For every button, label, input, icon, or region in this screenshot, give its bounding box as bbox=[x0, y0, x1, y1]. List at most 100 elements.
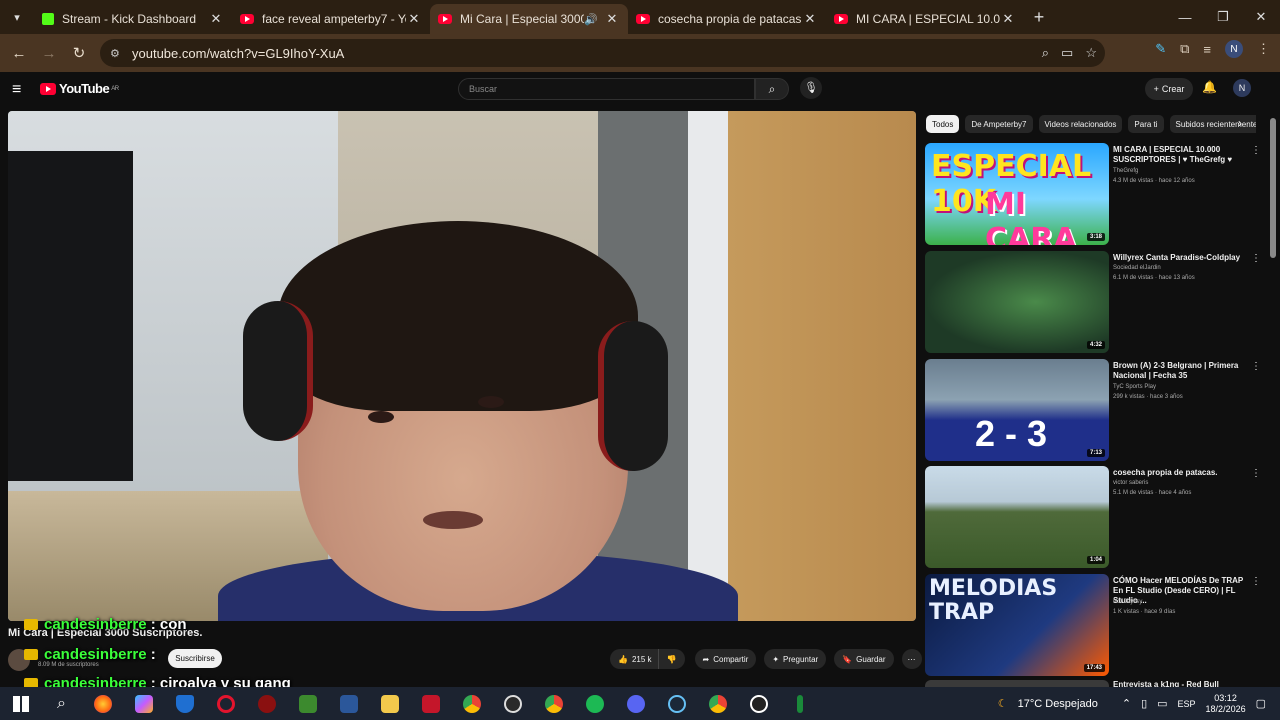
tab-search-icon[interactable]: ▾ bbox=[0, 0, 34, 34]
save-button[interactable]: 🔖 Guardar bbox=[834, 649, 894, 669]
chrome-icon[interactable] bbox=[533, 687, 574, 720]
create-button[interactable]: + Crear bbox=[1145, 78, 1193, 100]
tab-cosecha-patacas[interactable]: cosecha propia de patacas. - Yo ✕ bbox=[628, 4, 826, 34]
minimize-icon[interactable]: — bbox=[1166, 0, 1204, 34]
app-icon[interactable] bbox=[738, 687, 779, 720]
tab-face-reveal[interactable]: face reveal ampeterby7 - YouTu ✕ bbox=[232, 4, 430, 34]
new-tab-button[interactable]: + bbox=[1024, 7, 1054, 28]
minecraft-icon[interactable] bbox=[287, 687, 328, 720]
shield-icon[interactable] bbox=[164, 687, 205, 720]
like-button[interactable]: 👍 215 k bbox=[610, 649, 658, 669]
share-button[interactable]: ➦ Compartir bbox=[694, 649, 757, 669]
chip-subidos-recientemente[interactable]: Subidos recientemente bbox=[1169, 115, 1256, 133]
more-vertical-icon[interactable]: ⋮ bbox=[1251, 253, 1261, 264]
tab-close-icon[interactable]: ✕ bbox=[406, 11, 422, 27]
tab-kick-dashboard[interactable]: Stream - Kick Dashboard ✕ bbox=[34, 4, 232, 34]
bookmark-star-icon[interactable]: ☆ bbox=[1085, 45, 1097, 61]
firefox-icon[interactable] bbox=[82, 687, 123, 720]
tab-mi-cara-3000[interactable]: Mi Cara | Especial 3000 Sus 🔊 ✕ bbox=[430, 4, 628, 34]
menu-icon[interactable]: ≡ bbox=[12, 81, 21, 99]
mic-icon[interactable]: 🎙 bbox=[800, 77, 822, 99]
weather-text[interactable]: 17°C Despejado bbox=[1018, 698, 1098, 710]
more-menu-icon[interactable]: ⋮ bbox=[1257, 41, 1270, 57]
maximize-icon[interactable]: ❐ bbox=[1204, 0, 1242, 34]
recommendation-channel[interactable]: TyC Sports Play bbox=[1113, 384, 1156, 390]
notifications-bell-icon[interactable]: 🔔 bbox=[1202, 80, 1217, 94]
back-icon[interactable]: ← bbox=[4, 45, 34, 62]
spotify-icon[interactable] bbox=[574, 687, 615, 720]
video-thumbnail[interactable]: 1:04 bbox=[925, 466, 1109, 568]
chrome-icon[interactable] bbox=[697, 687, 738, 720]
search-input[interactable]: Buscar bbox=[458, 78, 755, 100]
recommendation-channel[interactable]: TheGrefg bbox=[1113, 168, 1138, 174]
account-avatar[interactable]: N bbox=[1233, 79, 1251, 97]
clock[interactable]: 03:12 18/2/2026 bbox=[1206, 693, 1246, 715]
video-player[interactable] bbox=[8, 111, 916, 621]
cast-icon[interactable]: ▭ bbox=[1061, 45, 1073, 61]
app-icon[interactable] bbox=[779, 687, 820, 720]
recommendation-title[interactable]: cosecha propia de patacas. bbox=[1113, 468, 1245, 478]
audio-playing-icon[interactable]: 🔊 bbox=[584, 13, 598, 26]
more-vertical-icon[interactable]: ⋮ bbox=[1251, 576, 1261, 587]
tray-overflow-icon[interactable]: ⌃ bbox=[1122, 697, 1131, 710]
search-icon[interactable]: ⌕ bbox=[755, 78, 789, 100]
puzzle-icon[interactable]: ⧉ bbox=[1180, 41, 1189, 57]
chip-videos-relacionados[interactable]: Videos relacionados bbox=[1038, 115, 1123, 133]
site-info-icon[interactable]: ⚙ bbox=[110, 47, 126, 60]
video-thumbnail[interactable]: MELODIAS TRAP 17:43 bbox=[925, 574, 1109, 676]
recommendation-item[interactable]: 1:04 cosecha propia de patacas. victor s… bbox=[925, 466, 1265, 568]
url-text[interactable]: youtube.com/watch?v=GL9IhoY-XuA bbox=[132, 46, 344, 61]
word-icon[interactable] bbox=[328, 687, 369, 720]
tab-close-icon[interactable]: ✕ bbox=[604, 11, 620, 27]
recommendation-title[interactable]: MI CARA | ESPECIAL 10.000 SUSCRIPTORES |… bbox=[1113, 145, 1245, 165]
app-icon[interactable] bbox=[410, 687, 451, 720]
language-indicator[interactable]: ESP bbox=[1178, 699, 1196, 709]
video-thumbnail[interactable]: 2 - 3 7:13 bbox=[925, 359, 1109, 461]
network-icon[interactable]: ▭ bbox=[1157, 697, 1167, 710]
windows-start-icon[interactable] bbox=[0, 687, 41, 720]
steam-icon[interactable] bbox=[656, 687, 697, 720]
recommendation-channel[interactable]: Not Jayksy bbox=[1113, 599, 1142, 605]
search-icon[interactable]: ⌕ bbox=[41, 687, 82, 720]
notifications-icon[interactable]: ▢ bbox=[1256, 697, 1266, 710]
tab-mi-cara-10000[interactable]: MI CARA | ESPECIAL 10.000 SU ✕ bbox=[826, 4, 1024, 34]
more-vertical-icon[interactable]: ⋮ bbox=[1251, 145, 1261, 156]
app-icon[interactable] bbox=[246, 687, 287, 720]
extension-icon[interactable]: ✎ bbox=[1155, 41, 1166, 57]
page-scrollbar[interactable] bbox=[1268, 108, 1278, 686]
more-actions-button[interactable]: ⋯ bbox=[901, 649, 922, 669]
close-window-icon[interactable]: ✕ bbox=[1242, 0, 1280, 34]
chip-todos[interactable]: Todos bbox=[926, 115, 960, 133]
tab-close-icon[interactable]: ✕ bbox=[208, 11, 224, 27]
obs-icon[interactable] bbox=[492, 687, 533, 720]
dislike-button[interactable]: 👎 bbox=[657, 649, 685, 669]
recommendation-item[interactable]: 4:32 Willyrex Canta Paradise-Coldplay So… bbox=[925, 251, 1265, 353]
zoom-icon[interactable]: ⌕ bbox=[1042, 45, 1049, 61]
youtube-logo[interactable]: YouTube AR bbox=[40, 81, 119, 96]
chip-de-ampeterby7[interactable]: De Ampeterby7 bbox=[965, 115, 1033, 133]
scrollbar-thumb[interactable] bbox=[1270, 118, 1276, 258]
opera-icon[interactable] bbox=[205, 687, 246, 720]
recommendation-item[interactable]: MELODIAS TRAP 17:43 CÓMO Hacer MELODÍAS … bbox=[925, 574, 1265, 676]
more-vertical-icon[interactable]: ⋮ bbox=[1251, 361, 1261, 372]
ask-button[interactable]: ✦ Preguntar bbox=[764, 649, 827, 669]
profile-avatar[interactable]: N bbox=[1225, 40, 1243, 58]
recommendation-channel[interactable]: victor saberis bbox=[1113, 480, 1148, 486]
chevron-right-icon[interactable]: › bbox=[1238, 116, 1242, 130]
forward-icon[interactable]: → bbox=[34, 45, 64, 62]
address-bar[interactable]: ⚙ youtube.com/watch?v=GL9IhoY-XuA ⌕ ▭ ☆ bbox=[100, 39, 1105, 67]
chrome-icon[interactable] bbox=[451, 687, 492, 720]
reload-icon[interactable]: ↻ bbox=[64, 44, 94, 62]
media-control-icon[interactable]: ≡ bbox=[1203, 42, 1211, 57]
device-icon[interactable]: ▯ bbox=[1141, 697, 1147, 710]
discord-icon[interactable] bbox=[615, 687, 656, 720]
video-thumbnail[interactable]: 4:32 bbox=[925, 251, 1109, 353]
recommendation-title[interactable]: Brown (A) 2-3 Belgrano | Primera Naciona… bbox=[1113, 361, 1245, 381]
video-thumbnail[interactable] bbox=[925, 680, 1109, 687]
chip-para-ti[interactable]: Para ti bbox=[1128, 115, 1164, 133]
recommendation-title[interactable]: Willyrex Canta Paradise-Coldplay bbox=[1113, 253, 1245, 263]
recommendation-item[interactable]: ESPECIAL 10K MI CARA 3:18 MI CARA | ESPE… bbox=[925, 143, 1265, 245]
file-explorer-icon[interactable] bbox=[369, 687, 410, 720]
tab-close-icon[interactable]: ✕ bbox=[1000, 11, 1016, 27]
recommendation-item[interactable]: 2 - 3 7:13 Brown (A) 2-3 Belgrano | Prim… bbox=[925, 359, 1265, 461]
